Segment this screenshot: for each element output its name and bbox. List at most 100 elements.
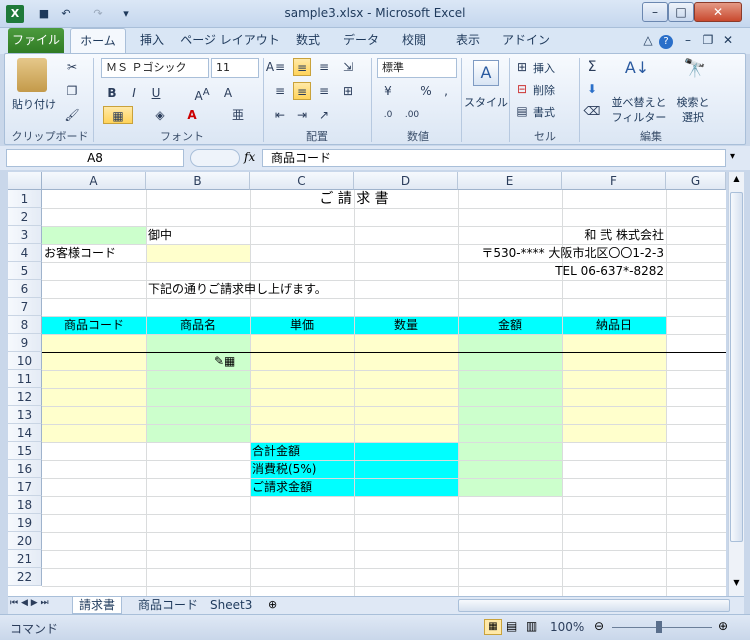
formula-bar-expand-icon[interactable]: ▾	[730, 151, 735, 162]
align-right-icon[interactable]: ≡	[315, 82, 333, 100]
find-button[interactable]: 検索と	[671, 94, 715, 110]
font-shrink-icon[interactable]: A	[219, 84, 237, 102]
tab-home[interactable]: ホーム	[70, 28, 126, 54]
zoom-out-icon[interactable]: ⊖	[594, 619, 604, 633]
tab-review[interactable]: 校閲	[394, 28, 434, 54]
row-header[interactable]: 1	[8, 190, 42, 208]
align-center-icon[interactable]: ≡	[293, 82, 311, 100]
row-header[interactable]: 4	[8, 244, 42, 262]
font-color-icon[interactable]: A	[183, 106, 201, 124]
delete-cells-button[interactable]: 削除	[533, 82, 555, 98]
tab-insert[interactable]: 挿入	[132, 28, 172, 54]
col-header-g[interactable]: G	[666, 172, 726, 190]
row-header[interactable]: 11	[8, 370, 42, 388]
align-middle-icon[interactable]: ≡	[293, 58, 311, 76]
orientation-icon[interactable]: ↗	[315, 106, 333, 124]
autosum-icon[interactable]: Σ	[583, 58, 601, 76]
header-unit-price[interactable]: 単価	[250, 316, 354, 334]
col-header-d[interactable]: D	[354, 172, 458, 190]
indent-increase-icon[interactable]: ⇥	[293, 106, 311, 124]
select-all-corner[interactable]	[8, 172, 42, 190]
insert-function-icon[interactable]: fx	[244, 150, 255, 164]
align-top-icon[interactable]: ≡	[271, 58, 289, 76]
company-tel[interactable]: TEL 06-637*-8282	[458, 262, 664, 280]
col-header-b[interactable]: B	[146, 172, 250, 190]
col-header-e[interactable]: E	[458, 172, 562, 190]
wb-minimize-icon[interactable]: –	[680, 28, 696, 54]
delete-cells-icon[interactable]: ⊟	[513, 80, 531, 98]
bold-icon[interactable]: B	[103, 84, 121, 102]
row-header[interactable]: 18	[8, 496, 42, 514]
col-header-f[interactable]: F	[562, 172, 666, 190]
row-header[interactable]: 15	[8, 442, 42, 460]
header-product-code[interactable]: 商品コード	[42, 316, 146, 334]
page-break-view-icon[interactable]: ▥	[526, 619, 537, 633]
select-button[interactable]: 選択	[671, 109, 715, 125]
sheet-nav-icon[interactable]: ⏮ ◀ ▶ ⏭	[10, 598, 49, 608]
insert-cells-button[interactable]: 挿入	[533, 60, 555, 76]
cell-c16[interactable]: 消費税(5%)	[252, 460, 316, 478]
row-header[interactable]: 2	[8, 208, 42, 226]
horizontal-scrollbar[interactable]	[458, 599, 730, 612]
close-button[interactable]: ✕	[694, 2, 742, 22]
zoom-level[interactable]: 100%	[550, 620, 584, 634]
ribbon-minimize-icon[interactable]: △	[640, 28, 656, 54]
currency-icon[interactable]: ¥	[379, 82, 397, 100]
italic-icon[interactable]: I	[125, 84, 143, 102]
tab-page-layout[interactable]: ページ レイアウト	[180, 28, 280, 54]
sheet-tab-product-code[interactable]: 商品コード	[132, 597, 204, 614]
align-left-icon[interactable]: ≡	[271, 82, 289, 100]
wb-restore-icon[interactable]: ❐	[700, 28, 716, 54]
wrap-text-icon[interactable]: ⇲	[339, 58, 357, 76]
company-name[interactable]: 和 弐 株式会社	[458, 226, 664, 244]
styles-icon[interactable]: A	[473, 60, 499, 86]
indent-decrease-icon[interactable]: ⇤	[271, 106, 289, 124]
tab-file[interactable]: ファイル	[8, 28, 64, 54]
col-header-c[interactable]: C	[250, 172, 354, 190]
row-header[interactable]: 3	[8, 226, 42, 244]
row-header[interactable]: 13	[8, 406, 42, 424]
scroll-down-icon[interactable]: ▼	[730, 578, 743, 592]
paste-button[interactable]: 貼り付け	[9, 96, 59, 112]
cell-b6[interactable]: 下記の通りご請求申し上げます。	[148, 280, 327, 298]
cut-icon[interactable]: ✂	[63, 58, 81, 76]
zoom-slider[interactable]	[612, 627, 712, 628]
row-header[interactable]: 6	[8, 280, 42, 298]
sort-button[interactable]: 並べ替えと	[611, 94, 667, 110]
spreadsheet-grid[interactable]: A B C D E F G 1 2 3 4 5 6 7 8 9 10 11 12…	[8, 172, 726, 596]
insert-cells-icon[interactable]: ⊞	[513, 58, 531, 76]
row-header[interactable]: 9	[8, 334, 42, 352]
increase-decimal-icon[interactable]: .0	[379, 106, 397, 124]
cell-c15[interactable]: 合計金額	[252, 442, 300, 460]
tab-data[interactable]: データ	[338, 28, 384, 54]
number-format-select[interactable]: 標準	[377, 58, 457, 78]
minimize-button[interactable]: –	[642, 2, 668, 22]
row-header[interactable]: 20	[8, 532, 42, 550]
format-cells-icon[interactable]: ▤	[513, 102, 531, 120]
header-product-name[interactable]: 商品名	[146, 316, 250, 334]
normal-view-icon[interactable]: ▦	[484, 619, 502, 635]
vertical-scrollbar[interactable]: ▲ ▼	[728, 172, 744, 596]
company-address[interactable]: 〒530-**** 大阪市北区〇〇1-2-3	[408, 244, 664, 262]
scroll-thumb[interactable]	[730, 192, 743, 542]
sort-filter-icon[interactable]: A↓	[623, 58, 651, 88]
underline-icon[interactable]: U	[147, 84, 165, 102]
row-header[interactable]: 7	[8, 298, 42, 316]
format-cells-button[interactable]: 書式	[533, 104, 555, 120]
cell-b3[interactable]: 御中	[148, 226, 172, 244]
invoice-title[interactable]: ご 請 求 書	[250, 190, 458, 208]
page-layout-view-icon[interactable]: ▤	[506, 619, 517, 633]
tab-view[interactable]: 表示	[448, 28, 488, 54]
row-header[interactable]: 8	[8, 316, 42, 334]
row-header[interactable]: 16	[8, 460, 42, 478]
wb-close-icon[interactable]: ✕	[720, 28, 736, 54]
sheet-tab-invoice[interactable]: 請求書	[72, 597, 123, 614]
header-delivery-date[interactable]: 納品日	[562, 316, 666, 334]
filter-button[interactable]: フィルター	[611, 109, 667, 125]
scroll-up-icon[interactable]: ▲	[730, 174, 743, 188]
name-box[interactable]: A8	[6, 149, 184, 167]
clear-icon[interactable]: ⌫	[583, 102, 601, 120]
row-header[interactable]: 19	[8, 514, 42, 532]
row-header[interactable]: 21	[8, 550, 42, 568]
formula-expand-icon[interactable]	[190, 149, 240, 167]
